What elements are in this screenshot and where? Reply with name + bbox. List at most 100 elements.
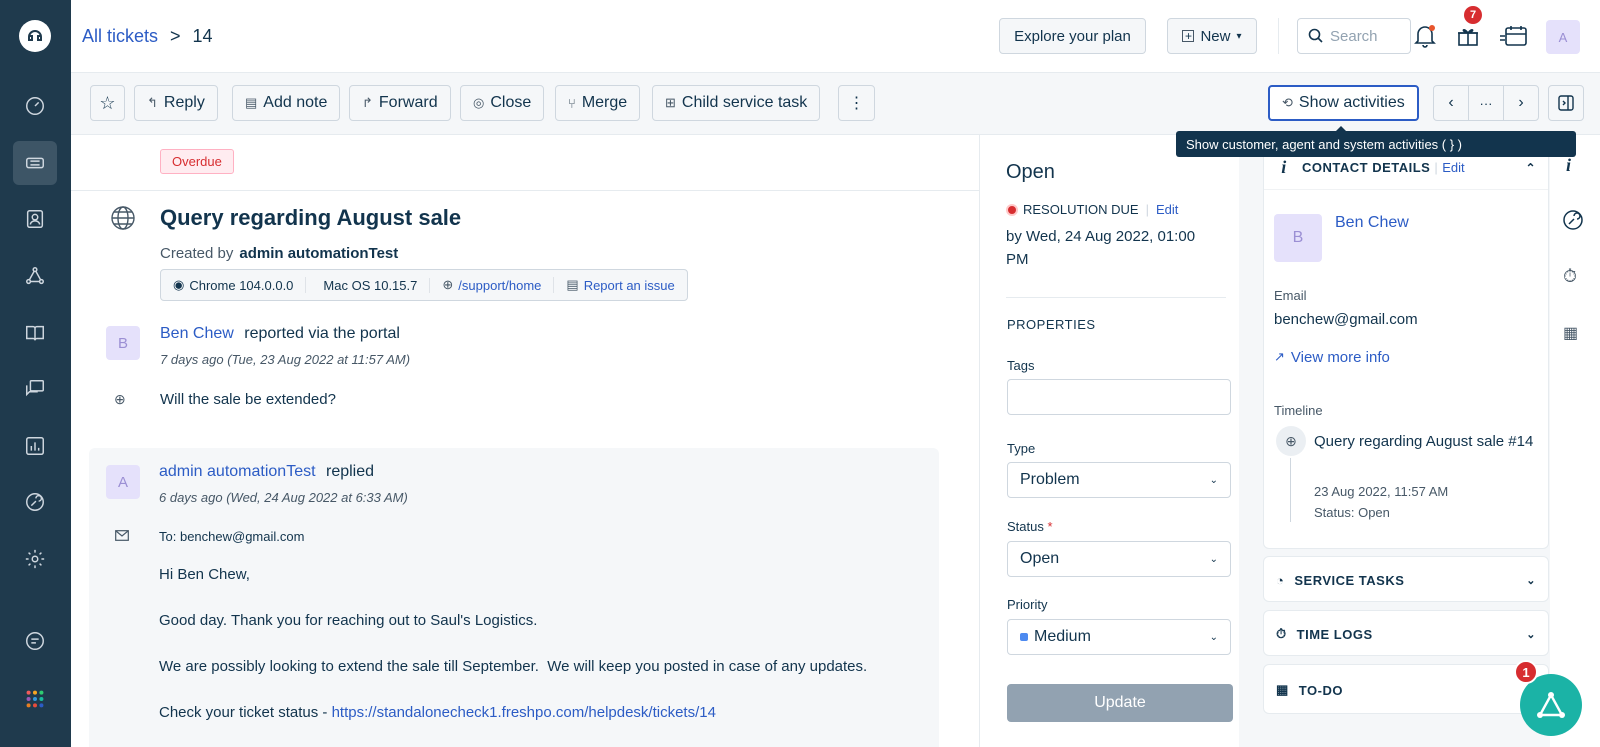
email-icon [115,528,129,544]
requester-name-link[interactable]: Ben Chew [160,325,234,342]
apps-grid-icon[interactable] [13,677,57,721]
service-icon[interactable] [13,480,57,524]
chevron-down-icon: ⌄ [1526,628,1536,641]
contacts-icon[interactable] [13,197,57,241]
search-input[interactable]: Search [1297,18,1411,54]
calendar-list-icon[interactable] [1496,20,1530,52]
due-date: by Wed, 24 Aug 2022, 01:00 PM [1006,228,1196,268]
globe-icon: ⊕ [442,277,454,292]
todo-card[interactable]: ▦ TO-DO [1263,664,1549,714]
globe-icon [110,205,136,234]
breadcrumb: All tickets > 14 [82,26,213,47]
chevron-down-icon: ⌄ [1209,474,1218,486]
sidebar-toggle-icon [1558,95,1574,111]
time-logs-card[interactable]: ⏱ TIME LOGS ⌄ [1263,610,1549,656]
email-greeting: Hi Ben Chew, [159,566,250,583]
chevron-down-icon: ▾ [1236,30,1242,42]
right-rail: i ⏱ ▦ [1550,135,1600,747]
message-header: admin automationTest replied [159,463,375,480]
email-label: Email [1274,288,1307,303]
forums-icon[interactable] [13,367,57,411]
tickets-icon[interactable] [13,141,57,185]
os-info: Mac OS 10.15.7 [306,277,431,293]
left-sidebar [0,0,71,747]
alert-dot-icon [1006,203,1018,216]
message-time: 7 days ago (Tue, 23 Aug 2022 at 11:57 AM… [160,352,411,367]
previous-ticket-button[interactable]: ‹ [1433,85,1469,121]
next-ticket-button[interactable]: › [1503,85,1539,121]
status-select[interactable]: Open ⌄ [1007,541,1231,577]
all-tickets-link[interactable]: All tickets [82,26,158,47]
gift-icon[interactable] [1452,20,1484,52]
reports-icon[interactable] [13,424,57,468]
ticket-status-heading: Open [1006,161,1055,183]
app-logo-icon[interactable] [19,20,51,52]
notification-bell-icon[interactable] [1409,20,1441,52]
globe-icon: ⊕ [1276,426,1306,456]
toggle-panel-button[interactable] [1548,85,1584,121]
forward-button[interactable]: ↱ Forward [349,85,451,121]
timeline-ticket-link[interactable]: Query regarding August sale #14 [1314,428,1534,455]
timeline-date: 23 Aug 2022, 11:57 AM [1314,484,1449,499]
history-icon: ⟲ [1282,95,1293,110]
report-issue-link[interactable]: ▤ Report an issue [554,277,686,293]
service-icon[interactable] [1562,209,1584,234]
star-button[interactable]: ☆ [90,85,125,121]
stopwatch-icon[interactable]: ⏱ [1563,266,1577,287]
priority-label: Priority [1007,597,1048,612]
timeline-status: Status: Open [1314,505,1390,520]
resolution-due: RESOLUTION DUE | Edit [1006,202,1178,217]
email-line: Check your ticket status - https://stand… [159,704,716,721]
close-button[interactable]: ◎ Close [460,85,545,121]
groups-icon[interactable] [13,254,57,298]
agent-avatar: A [106,465,140,499]
show-activities-button[interactable]: ⟲ Show activities [1268,85,1419,121]
contact-name-link[interactable]: Ben Chew [1335,214,1409,232]
new-button[interactable]: + New ▾ [1167,18,1257,54]
priority-select[interactable]: Medium ⌄ [1007,619,1231,655]
message-time: 6 days ago (Wed, 24 Aug 2022 at 6:33 AM) [159,490,408,505]
chat-icon[interactable] [13,619,57,663]
knowledge-base-icon[interactable] [13,311,57,355]
reply-button[interactable]: ↰ Reply [134,85,218,121]
chevron-down-icon: ⌄ [1209,631,1218,643]
edit-due-link[interactable]: Edit [1156,202,1178,217]
explore-plan-button[interactable]: Explore your plan [999,18,1146,54]
ticket-nav-more-button[interactable]: ··· [1468,85,1504,121]
portal-path-link[interactable]: ⊕/support/home [430,277,555,293]
status-label: Status * [1007,519,1053,534]
agent-name-link[interactable]: admin automationTest [159,463,316,480]
calendar-icon[interactable]: ▦ [1563,323,1578,343]
settings-icon[interactable] [13,537,57,581]
view-more-info-link[interactable]: ↗ View more info [1274,349,1390,366]
tags-input[interactable] [1007,379,1231,415]
properties-pane: Open RESOLUTION DUE | Edit by Wed, 24 Au… [979,135,1239,747]
contact-details-card: i CONTACT DETAILS | Edit ⌃ B Ben Chew Em… [1263,145,1549,549]
message-body: Will the sale be extended? [160,391,336,408]
dashboard-icon[interactable] [13,84,57,128]
email-line: Good day. Thank you for reaching out to … [159,612,538,629]
plus-square-icon: + [1182,30,1195,42]
more-actions-button[interactable]: ⋮ [838,85,875,121]
ticket-status-link[interactable]: https://standalonecheck1.freshpo.com/hel… [332,704,716,721]
merge-button[interactable]: ⑂ Merge [555,85,641,121]
chevron-down-icon: ⌄ [1526,574,1536,587]
info-icon[interactable]: i [1566,155,1571,176]
child-service-task-button[interactable]: ⊞ Child service task [652,85,821,121]
stopwatch-icon: ⏱ [1276,626,1287,641]
divider [1006,297,1226,298]
ticket-meta-bar: ◉ Chrome 104.0.0.0 Mac OS 10.15.7 ⊕/suppo… [160,269,688,301]
user-avatar[interactable]: A [1546,20,1580,54]
timeline-line [1290,458,1291,522]
type-select[interactable]: Problem ⌄ [1007,462,1231,498]
service-tasks-card[interactable]: ◔ SERVICE TASKS ⌄ [1263,556,1549,602]
chevron-right-icon: › [1518,94,1524,111]
edit-contact-link[interactable]: Edit [1442,160,1464,175]
chevron-left-icon: ‹ [1448,94,1454,111]
update-button[interactable]: Update [1007,684,1233,722]
add-note-button[interactable]: ▤ Add note [232,85,341,121]
ticket-action-bar: ☆ ↰ Reply ▤ Add note ↱ Forward ◎ Close ⑂ Merg… [71,73,1600,135]
gift-badge: 7 [1464,6,1482,24]
info-icon: i [1281,157,1287,177]
breadcrumb-separator: > [170,26,181,46]
